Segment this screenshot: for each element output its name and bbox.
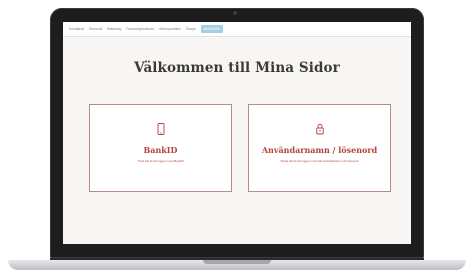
page-title: Välkommen till Mina Sidor xyxy=(134,60,340,76)
screen: Kurstjänst Ekonomi Betalning Resumégrans… xyxy=(63,22,411,244)
nav-item-kurstjanst[interactable]: Kurstjänst xyxy=(69,27,84,31)
bankid-login-card[interactable]: BankID Tryck här för att logga in med Ba… xyxy=(89,104,232,192)
password-card-subtitle: Klicka här för att logga in med ditt anv… xyxy=(280,159,359,163)
nav-item-betalning[interactable]: Betalning xyxy=(107,27,121,31)
phone-icon xyxy=(157,123,164,135)
laptop-lid: Kurstjänst Ekonomi Betalning Resumégrans… xyxy=(50,8,424,258)
nav-item-mina-sidor[interactable]: Mina Sidor xyxy=(200,25,223,33)
nav-item-adminportalen[interactable]: Adminportalen xyxy=(159,27,181,31)
laptop-opening-notch xyxy=(203,260,271,264)
password-login-card[interactable]: Användarnamn / lösenord Klicka här för a… xyxy=(248,104,391,192)
bankid-card-title: BankID xyxy=(143,145,178,155)
nav-item-ekonomi[interactable]: Ekonomi xyxy=(89,27,102,31)
lock-icon xyxy=(315,123,324,135)
webcam-icon xyxy=(233,11,237,15)
nav-item-skapa[interactable]: Skapa xyxy=(186,27,196,31)
password-card-title: Användarnamn / lösenord xyxy=(261,145,378,155)
bankid-card-subtitle: Tryck här för att logga in med BankID xyxy=(137,159,184,163)
top-navigation: Kurstjänst Ekonomi Betalning Resumégrans… xyxy=(63,22,411,37)
nav-item-resumegranskare[interactable]: Resumégranskare xyxy=(126,27,154,31)
